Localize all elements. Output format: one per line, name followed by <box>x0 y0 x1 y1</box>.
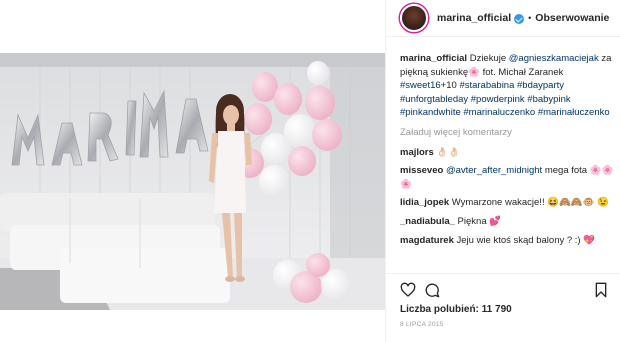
comment-username[interactable]: _nadiabula_ <box>400 216 455 227</box>
header-separator: • <box>528 13 532 23</box>
photo-image <box>0 53 385 310</box>
post-date: 8 LIPCA 2015 <box>400 321 444 328</box>
comment-icon[interactable] <box>424 282 440 298</box>
comment-username[interactable]: lidia_jopek <box>400 197 449 208</box>
comment-username[interactable]: magdaturek <box>400 235 454 246</box>
caption-mention[interactable]: @agnieszkamaciejak <box>509 53 599 64</box>
post-header: marina_official • Obserwowanie <box>386 0 620 37</box>
follow-button[interactable]: Obserwowanie <box>535 12 609 24</box>
comment-item: magdaturek Jeju wie ktoś skąd balony ? :… <box>400 234 615 248</box>
comment-item: lidia_jopek Wymarzone wakacje!! 😆🙈🙈🐵 😉 <box>400 196 615 210</box>
caption-text-3: +10 <box>440 80 460 92</box>
comment-item: majlors 👌🏻👌🏻 <box>400 146 615 160</box>
comment-mention[interactable]: @avter_after_midnight <box>446 165 542 176</box>
comment-text: Piękna 💕 <box>454 215 502 227</box>
comment-text: Wymarzone wakacje!! 😆🙈🙈🐵 😉 <box>449 197 610 209</box>
instagram-post: marina_official • Obserwowanie marina_of… <box>0 0 620 342</box>
comment-text: Jeju wie ktoś skąd balony ? :) 💖 <box>453 234 596 246</box>
header-username[interactable]: marina_official <box>437 12 511 24</box>
post-photo[interactable] <box>0 53 385 310</box>
caption-username[interactable]: marina_official <box>400 53 467 64</box>
comments-list: marina_official Dziekuje @agnieszkamacie… <box>400 52 615 252</box>
post-actions: Liczba polubień: 11 790 8 LIPCA 2015 <box>386 273 620 342</box>
comment-username[interactable]: misseveo <box>400 165 443 176</box>
caption-text: Dziekuje <box>467 53 509 64</box>
post-caption: marina_official Dziekuje @agnieszkamacie… <box>400 52 615 120</box>
post-side-panel: marina_official • Obserwowanie marina_of… <box>385 0 620 342</box>
likes-count[interactable]: Liczba polubień: 11 790 <box>400 304 512 315</box>
heart-icon[interactable] <box>400 282 416 298</box>
comment-text: 👌🏻👌🏻 <box>433 146 461 158</box>
caption-hashtag[interactable]: #sweet16 <box>400 80 441 91</box>
load-more-comments-link[interactable]: Załaduj więcej komentarzy <box>400 126 615 140</box>
comment-item: _nadiabula_ Piękna 💕 <box>400 215 615 229</box>
avatar[interactable] <box>400 4 428 32</box>
verified-badge-icon <box>514 14 525 24</box>
bookmark-icon[interactable] <box>593 282 609 298</box>
comment-username[interactable]: majlors <box>400 147 434 158</box>
comment-item: misseveo @avter_after_midnight mega fota… <box>400 164 615 191</box>
